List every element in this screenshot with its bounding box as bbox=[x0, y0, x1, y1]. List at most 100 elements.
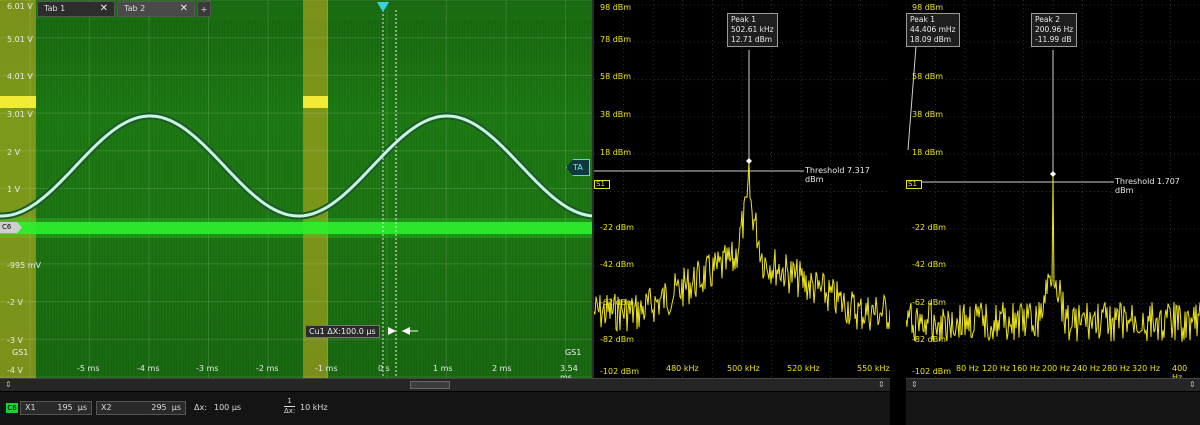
peak-freq: 200.96 Hz bbox=[1035, 25, 1074, 34]
readout-bar-2 bbox=[906, 392, 1200, 425]
freq-label: 520 kHz bbox=[787, 364, 820, 373]
freq-label: 240 Hz bbox=[1072, 364, 1101, 373]
waveform-plot bbox=[0, 0, 592, 378]
tab-bar: Tab 1 ✕ Tab 2 ✕ + bbox=[37, 1, 211, 17]
horizontal-scrollbar[interactable]: ⇕ ⇕ bbox=[0, 378, 890, 391]
dbm-label: -42 dBm bbox=[912, 260, 946, 269]
dbm-label: 98 dBm bbox=[600, 3, 632, 12]
peak-name: Peak 2 bbox=[1035, 15, 1060, 24]
spectrum-plot-1 bbox=[594, 0, 890, 378]
dx-value: 100 µs bbox=[214, 403, 242, 412]
freq-label: 320 Hz bbox=[1132, 364, 1161, 373]
freq-label: 480 kHz bbox=[666, 364, 699, 373]
time-label: 1 ms bbox=[433, 364, 453, 373]
horizontal-scrollbar-2[interactable]: ⇕ ⇕ bbox=[906, 378, 1200, 391]
volt-label: 4.01 V bbox=[7, 72, 33, 81]
dbm-label: -22 dBm bbox=[600, 223, 634, 232]
freq-label: 120 Hz bbox=[982, 364, 1011, 373]
peak-freq: 502.61 kHz bbox=[731, 25, 774, 34]
volt-label: -2 V bbox=[7, 298, 23, 307]
sine-trace-shadow bbox=[0, 112, 592, 220]
dbm-label: -82 dBm bbox=[600, 335, 634, 344]
tab-2[interactable]: Tab 2 ✕ bbox=[117, 1, 195, 17]
spectrum-trace bbox=[594, 160, 890, 333]
volt-label: 2 V bbox=[7, 148, 21, 157]
source-marker[interactable]: S1 bbox=[906, 180, 922, 189]
dbm-label: 98 dBm bbox=[912, 3, 944, 12]
volt-label: -4 V bbox=[7, 366, 23, 375]
scroll-arrows-icon[interactable]: ⇕ bbox=[1189, 379, 1196, 391]
dbm-label: -62 dBm bbox=[600, 298, 634, 307]
peak-marker-box[interactable]: Peak 2 200.96 Hz -11.99 dB bbox=[1031, 13, 1078, 47]
dbm-label: 58 dBm bbox=[600, 72, 632, 81]
gate-label-right: GS1 bbox=[565, 348, 582, 357]
peak-level: 12.71 dBm bbox=[731, 35, 773, 44]
dbm-label: -42 dBm bbox=[600, 260, 634, 269]
scope-display: Tab 1 ✕ Tab 2 ✕ + 6.01 V 5.01 V 4.01 V 3… bbox=[0, 0, 1200, 425]
freq-label: 400 Hz bbox=[1172, 364, 1188, 378]
volt-label: 6.01 V bbox=[7, 2, 33, 11]
peak-marker-icon bbox=[1050, 171, 1056, 177]
x2-unit: µs bbox=[171, 403, 181, 412]
time-label: -2 ms bbox=[256, 364, 279, 373]
gate-highlight bbox=[0, 96, 36, 108]
x2-value: 295 bbox=[151, 403, 167, 412]
volt-label: -3 V bbox=[7, 336, 23, 345]
dbm-label: 78 dBm bbox=[600, 35, 632, 44]
dbm-label: -82 dBm bbox=[912, 335, 946, 344]
cursor-readout-bar: C6 X1 195 µs X2 295 µs Δx: 100 µs 1 Δx: … bbox=[0, 392, 890, 425]
channel-trace-glow bbox=[0, 218, 592, 238]
scroll-thumb[interactable] bbox=[410, 381, 450, 389]
sine-trace bbox=[0, 114, 592, 218]
freq-label: 500 kHz bbox=[727, 364, 760, 373]
channel-badge[interactable]: C6 bbox=[6, 403, 18, 413]
peak-leader-line bbox=[907, 45, 917, 151]
source-marker[interactable]: S1 bbox=[594, 180, 610, 189]
close-icon[interactable]: ✕ bbox=[180, 1, 188, 17]
volt-label: 1 V bbox=[7, 185, 21, 194]
x1-label: X1 bbox=[25, 403, 36, 412]
dbm-label: -102 dBm bbox=[600, 367, 640, 376]
scroll-arrows-icon[interactable]: ⇕ bbox=[911, 379, 918, 391]
dbm-label: -62 dBm bbox=[912, 298, 946, 307]
x1-field[interactable]: X1 195 µs bbox=[20, 401, 92, 415]
gate-highlight bbox=[303, 96, 328, 108]
inverse-dx-value: 10 kHz bbox=[300, 403, 328, 412]
dbm-label: 18 dBm bbox=[600, 148, 632, 157]
peak-marker-box-left[interactable]: Peak 1 44.406 mHz 18.09 dBm bbox=[906, 13, 960, 47]
spectrum-view-2[interactable]: 98 dBm 58 dBm 38 dBm 18 dBm -22 dBm -42 … bbox=[906, 0, 1200, 378]
time-label: -1 ms bbox=[315, 364, 338, 373]
volt-label: 3.01 V bbox=[7, 110, 33, 119]
peak-name: Peak 1 bbox=[731, 15, 756, 24]
frac-numerator: 1 bbox=[287, 397, 292, 405]
threshold-label: Threshold 1.707 dBm bbox=[1114, 177, 1200, 195]
scroll-arrows-icon[interactable]: ⇕ bbox=[5, 379, 12, 391]
threshold-label: Threshold 7.317 dBm bbox=[804, 166, 890, 184]
x2-field[interactable]: X2 295 µs bbox=[96, 401, 186, 415]
time-label: 2 ms bbox=[492, 364, 512, 373]
cursor-readout[interactable]: Cu1 ΔX:100.0 µs bbox=[305, 325, 380, 338]
tab-label: Tab 1 bbox=[44, 4, 66, 13]
close-icon[interactable]: ✕ bbox=[100, 1, 108, 17]
waveform-view[interactable]: Tab 1 ✕ Tab 2 ✕ + 6.01 V 5.01 V 4.01 V 3… bbox=[0, 0, 592, 378]
peak-level: -11.99 dB bbox=[1035, 35, 1072, 44]
tab-1[interactable]: Tab 1 ✕ bbox=[37, 1, 115, 17]
time-label: 0 s bbox=[378, 364, 390, 373]
time-label: -4 ms bbox=[137, 364, 160, 373]
volt-label: -995 mV bbox=[7, 261, 41, 270]
peak-level: 18.09 dBm bbox=[910, 35, 952, 44]
freq-label: 80 Hz bbox=[956, 364, 979, 373]
tab-label: Tab 2 bbox=[124, 4, 146, 13]
grid bbox=[0, 0, 592, 378]
cursor-arrow-icon bbox=[388, 327, 396, 335]
dbm-label: -22 dBm bbox=[912, 223, 946, 232]
dbm-label: -102 dBm bbox=[912, 367, 952, 376]
add-tab-button[interactable]: + bbox=[197, 1, 211, 17]
spectrum-view-1[interactable]: 98 dBm 78 dBm 58 dBm 38 dBm 18 dBm -22 d… bbox=[594, 0, 890, 378]
volt-label: 5.01 V bbox=[7, 35, 33, 44]
scroll-arrows-icon[interactable]: ⇕ bbox=[878, 379, 885, 391]
time-label: -5 ms bbox=[77, 364, 100, 373]
freq-label: 280 Hz bbox=[1102, 364, 1131, 373]
peak-marker-box[interactable]: Peak 1 502.61 kHz 12.71 dBm bbox=[727, 13, 778, 47]
freq-label: 550 kHz bbox=[857, 364, 890, 373]
